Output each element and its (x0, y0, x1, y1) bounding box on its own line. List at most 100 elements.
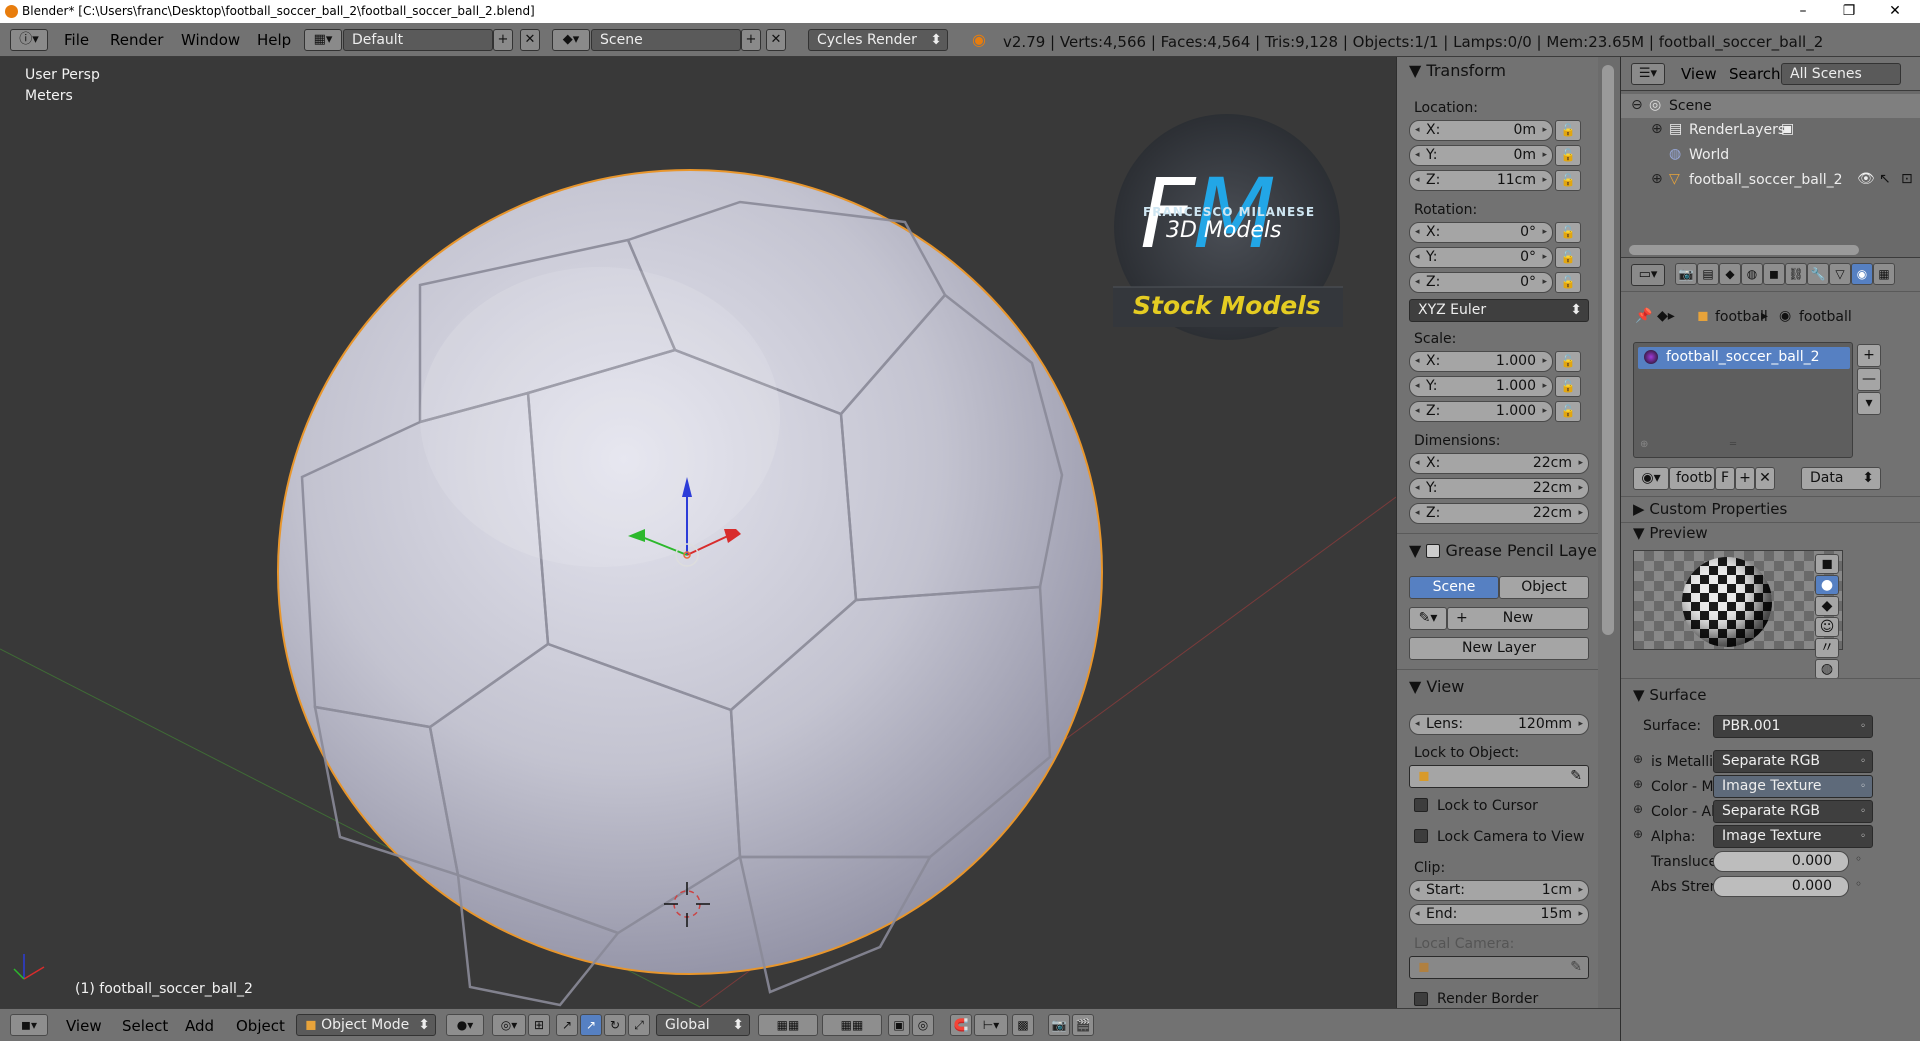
material-slot-name[interactable]: football_soccer_ball_2 (1666, 349, 1820, 365)
render-engine-select[interactable]: Cycles Render ⬍ (808, 29, 948, 51)
collapse-icon[interactable]: ⊖ (1631, 97, 1643, 113)
render-tab-icon[interactable]: 📷 (1675, 263, 1697, 285)
properties-editor-icon[interactable]: ▭▾ (1631, 264, 1665, 286)
lock-to-cursor-checkbox[interactable] (1414, 798, 1428, 812)
outliner-world-label[interactable]: World (1689, 147, 1729, 163)
close-window-button[interactable]: ✕ (1872, 0, 1918, 23)
lock-location-y-icon[interactable]: 🔓 (1555, 145, 1581, 166)
preview-hair-icon[interactable]: 〃 (1815, 638, 1839, 658)
lock-scale-z-icon[interactable]: 🔓 (1555, 401, 1581, 422)
pivot-point-icon[interactable]: ◎▾ (492, 1014, 526, 1036)
proportional-edit-icon[interactable]: ◎ (912, 1014, 934, 1036)
add-layout-button[interactable]: + (493, 29, 513, 51)
grease-object-button[interactable]: Object (1499, 576, 1589, 599)
grease-pencil-header[interactable]: ▼ Grease Pencil Layer (1409, 541, 1598, 560)
renderlayer-toggle-icon[interactable]: ▣ (1781, 121, 1794, 137)
scale-icon[interactable]: ⤢ (628, 1014, 650, 1036)
maximize-button[interactable]: ❐ (1826, 0, 1872, 23)
preview-world-icon[interactable]: ◍ (1815, 659, 1839, 679)
snap-icon[interactable]: 🧲 (950, 1014, 972, 1036)
browse-material-icon[interactable]: ◉▾ (1633, 467, 1669, 490)
soccer-ball-mesh[interactable] (277, 169, 1103, 1007)
preview-header[interactable]: ▼ Preview (1633, 524, 1708, 542)
lock-object-field[interactable]: ◼ ✎ (1409, 765, 1589, 788)
breadcrumb-material[interactable]: football (1799, 309, 1852, 325)
layers-grid-icon[interactable]: ▦▦ (758, 1014, 818, 1036)
modifiers-tab-icon[interactable]: 🔧 (1807, 263, 1829, 285)
lens-field[interactable]: ◂ Lens: 120mm ▸ (1409, 714, 1589, 735)
link-data-select[interactable]: Data ⬍ (1801, 467, 1881, 490)
translate-icon[interactable]: ↗ (580, 1014, 602, 1036)
pin-icon[interactable]: 📌 (1635, 308, 1652, 324)
lock-rotation-z-icon[interactable]: 🔓 (1555, 272, 1581, 293)
scale-y-field[interactable]: ◂ Y: 1.000 ▸ (1409, 376, 1553, 397)
surface-shader-select[interactable]: PBR.001 ◦ (1713, 715, 1873, 738)
outliner-row-world[interactable]: ◍ World (1621, 143, 1920, 167)
lock-camera-checkbox[interactable] (1414, 829, 1428, 843)
lock-location-z-icon[interactable]: 🔓 (1555, 170, 1581, 191)
lock-scale-x-icon[interactable]: 🔓 (1555, 351, 1581, 372)
input-link-icon[interactable]: ◦ (1855, 852, 1862, 866)
outliner-filter-select[interactable]: All Scenes (1781, 63, 1901, 85)
location-z-field[interactable]: ◂ Z: 11cm ▸ (1409, 170, 1553, 191)
scale-z-field[interactable]: ◂ Z: 1.000 ▸ (1409, 401, 1553, 422)
grease-scene-button[interactable]: Scene (1409, 576, 1499, 599)
constraints-tab-icon[interactable]: ⛓ (1785, 263, 1807, 285)
world-tab-icon[interactable]: ◍ (1741, 263, 1763, 285)
input-link-select[interactable]: Image Texture ◦ (1713, 825, 1873, 848)
clip-end-field[interactable]: ◂ End: 15m ▸ (1409, 904, 1589, 925)
fake-user-button[interactable]: F (1715, 467, 1735, 490)
input-link-select[interactable]: Separate RGB ◦ (1713, 800, 1873, 823)
input-link-select[interactable]: Separate RGB ◦ (1713, 750, 1873, 773)
view-panel-header[interactable]: ▼ View (1409, 677, 1464, 696)
render-layers-tab-icon[interactable]: ▤ (1697, 263, 1719, 285)
menu-window[interactable]: Window (181, 31, 240, 49)
data-tab-icon[interactable]: ▽ (1829, 263, 1851, 285)
outliner-row-object[interactable]: ⊕ ▽ football_soccer_ball_2 👁 ↖ ⊡ (1621, 168, 1920, 192)
selectability-cursor-icon[interactable]: ↖ (1879, 171, 1891, 187)
menu-file[interactable]: File (64, 31, 89, 49)
lock-rotation-y-icon[interactable]: 🔓 (1555, 247, 1581, 268)
menu-help[interactable]: Help (257, 31, 291, 49)
grease-pencil-checkbox[interactable] (1426, 544, 1441, 558)
preview-cube-icon[interactable]: ◆ (1815, 596, 1839, 616)
menu-object[interactable]: Object (236, 1017, 285, 1035)
input-expand-icon[interactable]: ⊕ (1633, 752, 1643, 766)
snap-element-icon[interactable]: ⊢▾ (974, 1014, 1008, 1036)
remove-material-slot-button[interactable]: — (1857, 368, 1881, 391)
outliner-view-menu[interactable]: View (1681, 65, 1717, 83)
outliner-editor-icon[interactable]: ☰▾ (1631, 63, 1665, 85)
outliner-search-menu[interactable]: Search (1729, 65, 1781, 83)
texture-tab-icon[interactable]: ▦ (1873, 263, 1895, 285)
scene-icon[interactable]: ◆▾ (552, 29, 590, 51)
input-expand-icon[interactable]: ⊕ (1633, 827, 1643, 841)
3d-view-editor-icon[interactable]: ◼▾ (10, 1014, 48, 1036)
preview-sphere-icon[interactable]: ● (1815, 575, 1839, 595)
menu-select[interactable]: Select (122, 1017, 168, 1035)
breadcrumb-object[interactable]: football (1715, 309, 1768, 325)
material-tab-icon[interactable]: ◉ (1851, 263, 1873, 285)
snap-target-icon[interactable]: ▩ (1012, 1014, 1034, 1036)
material-name-field[interactable]: footb (1669, 467, 1715, 490)
object-tab-icon[interactable]: ◼ (1763, 263, 1785, 285)
outliner-scene-label[interactable]: Scene (1669, 98, 1712, 114)
clip-start-field[interactable]: ◂ Start: 1cm ▸ (1409, 880, 1589, 901)
material-slot-item[interactable]: football_soccer_ball_2 (1638, 347, 1850, 369)
outliner-renderlayers-label[interactable]: RenderLayers (1689, 122, 1785, 138)
expand-icon[interactable]: ⊕ (1651, 121, 1663, 137)
preview-flat-icon[interactable]: ◼ (1815, 554, 1839, 574)
rotation-z-field[interactable]: ◂ Z: 0° ▸ (1409, 272, 1553, 293)
input-link-icon[interactable]: ◦ (1855, 877, 1862, 891)
panel-scrollbar[interactable] (1598, 57, 1620, 1008)
local-camera-field[interactable]: ◼ ✎ (1409, 956, 1589, 979)
layers-grid-icon[interactable]: ▦▦ (822, 1014, 882, 1036)
rotation-mode-select[interactable]: XYZ Euler ⬍ (1409, 299, 1589, 322)
dimensions-x-field[interactable]: ◂ X: 22cm ▸ (1409, 453, 1589, 474)
lock-location-x-icon[interactable]: 🔓 (1555, 120, 1581, 141)
custom-properties-header[interactable]: ▶ Custom Properties (1633, 500, 1787, 518)
3d-viewport[interactable]: F M User Persp Meters (1) football_socce… (0, 57, 1396, 1008)
remove-scene-button[interactable]: ✕ (766, 29, 786, 51)
render-image-icon[interactable]: 📷 (1048, 1014, 1070, 1036)
lock-scale-y-icon[interactable]: 🔓 (1555, 376, 1581, 397)
input-link-select[interactable]: Image Texture ◦ (1713, 775, 1873, 798)
